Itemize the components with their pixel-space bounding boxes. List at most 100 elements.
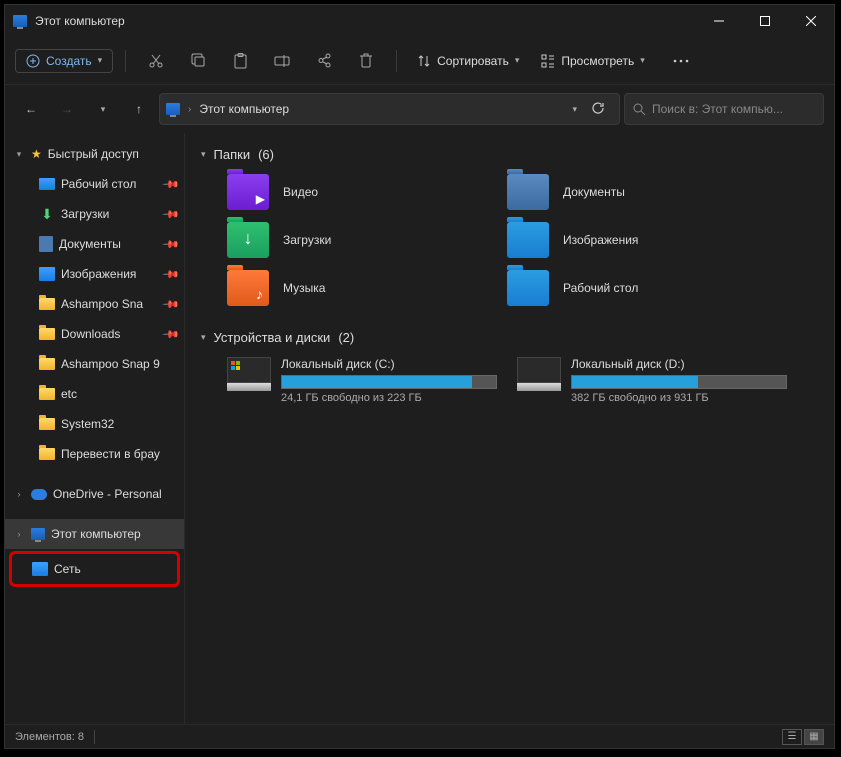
- refresh-icon[interactable]: [591, 101, 605, 118]
- recent-button[interactable]: ▾: [87, 93, 119, 125]
- drive-fill-d: [572, 376, 698, 388]
- this-pc-icon: [13, 15, 27, 27]
- folder-documents[interactable]: Документы: [507, 174, 767, 210]
- view-label: Просмотреть: [561, 54, 634, 68]
- pin-icon: 📌: [162, 175, 181, 194]
- maximize-button[interactable]: [742, 5, 788, 37]
- search-placeholder: Поиск в: Этот компью...: [652, 102, 783, 116]
- sort-button[interactable]: Сортировать ▾: [409, 50, 527, 72]
- folder-downloads[interactable]: Загрузки: [227, 222, 487, 258]
- pics-folder-icon: [507, 222, 549, 258]
- address-segment[interactable]: Этот компьютер: [199, 102, 289, 116]
- content-area: ▾ Папки (6) Видео Документы Загрузки Изо…: [185, 133, 834, 724]
- chevron-right-icon[interactable]: ›: [13, 529, 25, 539]
- drive-c[interactable]: Локальный диск (C:) 24,1 ГБ свободно из …: [227, 357, 497, 404]
- desktop-icon: [39, 178, 55, 190]
- pin-icon: 📌: [162, 295, 181, 314]
- delete-icon[interactable]: [348, 45, 384, 77]
- cut-icon[interactable]: [138, 45, 174, 77]
- rename-icon[interactable]: [264, 45, 300, 77]
- chevron-down-icon: ▾: [515, 55, 520, 66]
- section-title: Папки: [214, 147, 251, 162]
- network-icon: [32, 562, 48, 576]
- pictures-icon: [39, 267, 55, 281]
- folder-icon: [39, 418, 55, 430]
- titlebar: Этот компьютер: [5, 5, 834, 37]
- more-button[interactable]: [663, 45, 699, 77]
- sidebar-item-folder[interactable]: System32: [5, 409, 184, 439]
- section-folders-header[interactable]: ▾ Папки (6): [201, 141, 818, 168]
- sidebar-this-pc[interactable]: › Этот компьютер: [5, 519, 184, 549]
- drive-icon: [517, 357, 561, 391]
- tiles-view-button[interactable]: ▦: [804, 729, 824, 745]
- sidebar-item-documents[interactable]: Документы 📌: [5, 229, 184, 259]
- download-icon: ⬇: [39, 207, 55, 221]
- star-icon: ★: [31, 147, 42, 161]
- new-button[interactable]: Создать ▾: [15, 49, 113, 73]
- folder-desktop[interactable]: Рабочий стол: [507, 270, 767, 306]
- section-count: (6): [258, 147, 274, 162]
- section-title: Устройства и диски: [214, 330, 331, 345]
- dl-folder-icon: [227, 222, 269, 258]
- desktop-folder-icon: [507, 270, 549, 306]
- chevron-down-icon: ▾: [201, 332, 206, 343]
- up-button[interactable]: ↑: [123, 93, 155, 125]
- minimize-button[interactable]: [696, 5, 742, 37]
- chevron-down-icon[interactable]: ▾: [13, 149, 25, 160]
- drive-name: Локальный диск (D:): [571, 357, 787, 371]
- cloud-icon: [31, 489, 47, 500]
- statusbar: Элементов: 8 ☰ ▦: [5, 724, 834, 748]
- sidebar-item-folder[interactable]: Ashampoo Snap 9: [5, 349, 184, 379]
- share-icon[interactable]: [306, 45, 342, 77]
- drive-name: Локальный диск (C:): [281, 357, 497, 371]
- chevron-down-icon: ▾: [98, 55, 103, 66]
- sidebar-onedrive[interactable]: › OneDrive - Personal: [5, 479, 184, 509]
- forward-button[interactable]: →: [51, 93, 83, 125]
- sidebar-quick-access[interactable]: ▾ ★ Быстрый доступ: [5, 139, 184, 169]
- section-drives-header[interactable]: ▾ Устройства и диски (2): [201, 324, 818, 351]
- chevron-right-icon[interactable]: ›: [13, 489, 25, 499]
- video-folder-icon: [227, 174, 269, 210]
- folder-icon: [39, 448, 55, 460]
- drive-icon: [227, 357, 271, 391]
- drive-free-text: 24,1 ГБ свободно из 223 ГБ: [281, 392, 497, 404]
- close-button[interactable]: [788, 5, 834, 37]
- drive-fill-c: [282, 376, 472, 388]
- folder-icon: [39, 358, 55, 370]
- pin-icon: 📌: [162, 265, 181, 284]
- chevron-down-icon: ▾: [640, 55, 645, 66]
- drive-usage-bar: [571, 375, 787, 389]
- back-button[interactable]: ←: [15, 93, 47, 125]
- paste-icon[interactable]: [222, 45, 258, 77]
- section-count: (2): [338, 330, 354, 345]
- sidebar-item-downloads[interactable]: ⬇ Загрузки 📌: [5, 199, 184, 229]
- copy-icon[interactable]: [180, 45, 216, 77]
- sidebar-item-pictures[interactable]: Изображения 📌: [5, 259, 184, 289]
- sidebar-network[interactable]: Сеть: [12, 554, 177, 584]
- new-label: Создать: [46, 54, 92, 68]
- drive-d[interactable]: Локальный диск (D:) 382 ГБ свободно из 9…: [517, 357, 787, 404]
- chevron-down-icon[interactable]: ▾: [572, 104, 577, 115]
- sidebar-item-folder[interactable]: etc: [5, 379, 184, 409]
- sidebar-item-folder[interactable]: Ashampoo Sna 📌: [5, 289, 184, 319]
- this-pc-icon: [166, 103, 180, 115]
- folder-icon: [39, 388, 55, 400]
- sidebar: ▾ ★ Быстрый доступ Рабочий стол 📌 ⬇ Загр…: [5, 133, 185, 724]
- sidebar-item-folder[interactable]: Перевести в брау: [5, 439, 184, 469]
- search-input[interactable]: Поиск в: Этот компью...: [624, 93, 824, 125]
- folder-icon: [39, 328, 55, 340]
- drive-usage-bar: [281, 375, 497, 389]
- view-button[interactable]: Просмотреть ▾: [533, 50, 652, 72]
- documents-icon: [39, 236, 53, 252]
- sidebar-item-desktop[interactable]: Рабочий стол 📌: [5, 169, 184, 199]
- folder-pictures[interactable]: Изображения: [507, 222, 767, 258]
- folder-video[interactable]: Видео: [227, 174, 487, 210]
- music-folder-icon: [227, 270, 269, 306]
- address-bar[interactable]: › Этот компьютер ▾: [159, 93, 620, 125]
- navbar: ← → ▾ ↑ › Этот компьютер ▾ Поиск в: Этот…: [5, 85, 834, 133]
- sidebar-item-folder[interactable]: Downloads 📌: [5, 319, 184, 349]
- sort-label: Сортировать: [437, 54, 509, 68]
- status-items-count: 8: [78, 731, 84, 743]
- folder-music[interactable]: Музыка: [227, 270, 487, 306]
- details-view-button[interactable]: ☰: [782, 729, 802, 745]
